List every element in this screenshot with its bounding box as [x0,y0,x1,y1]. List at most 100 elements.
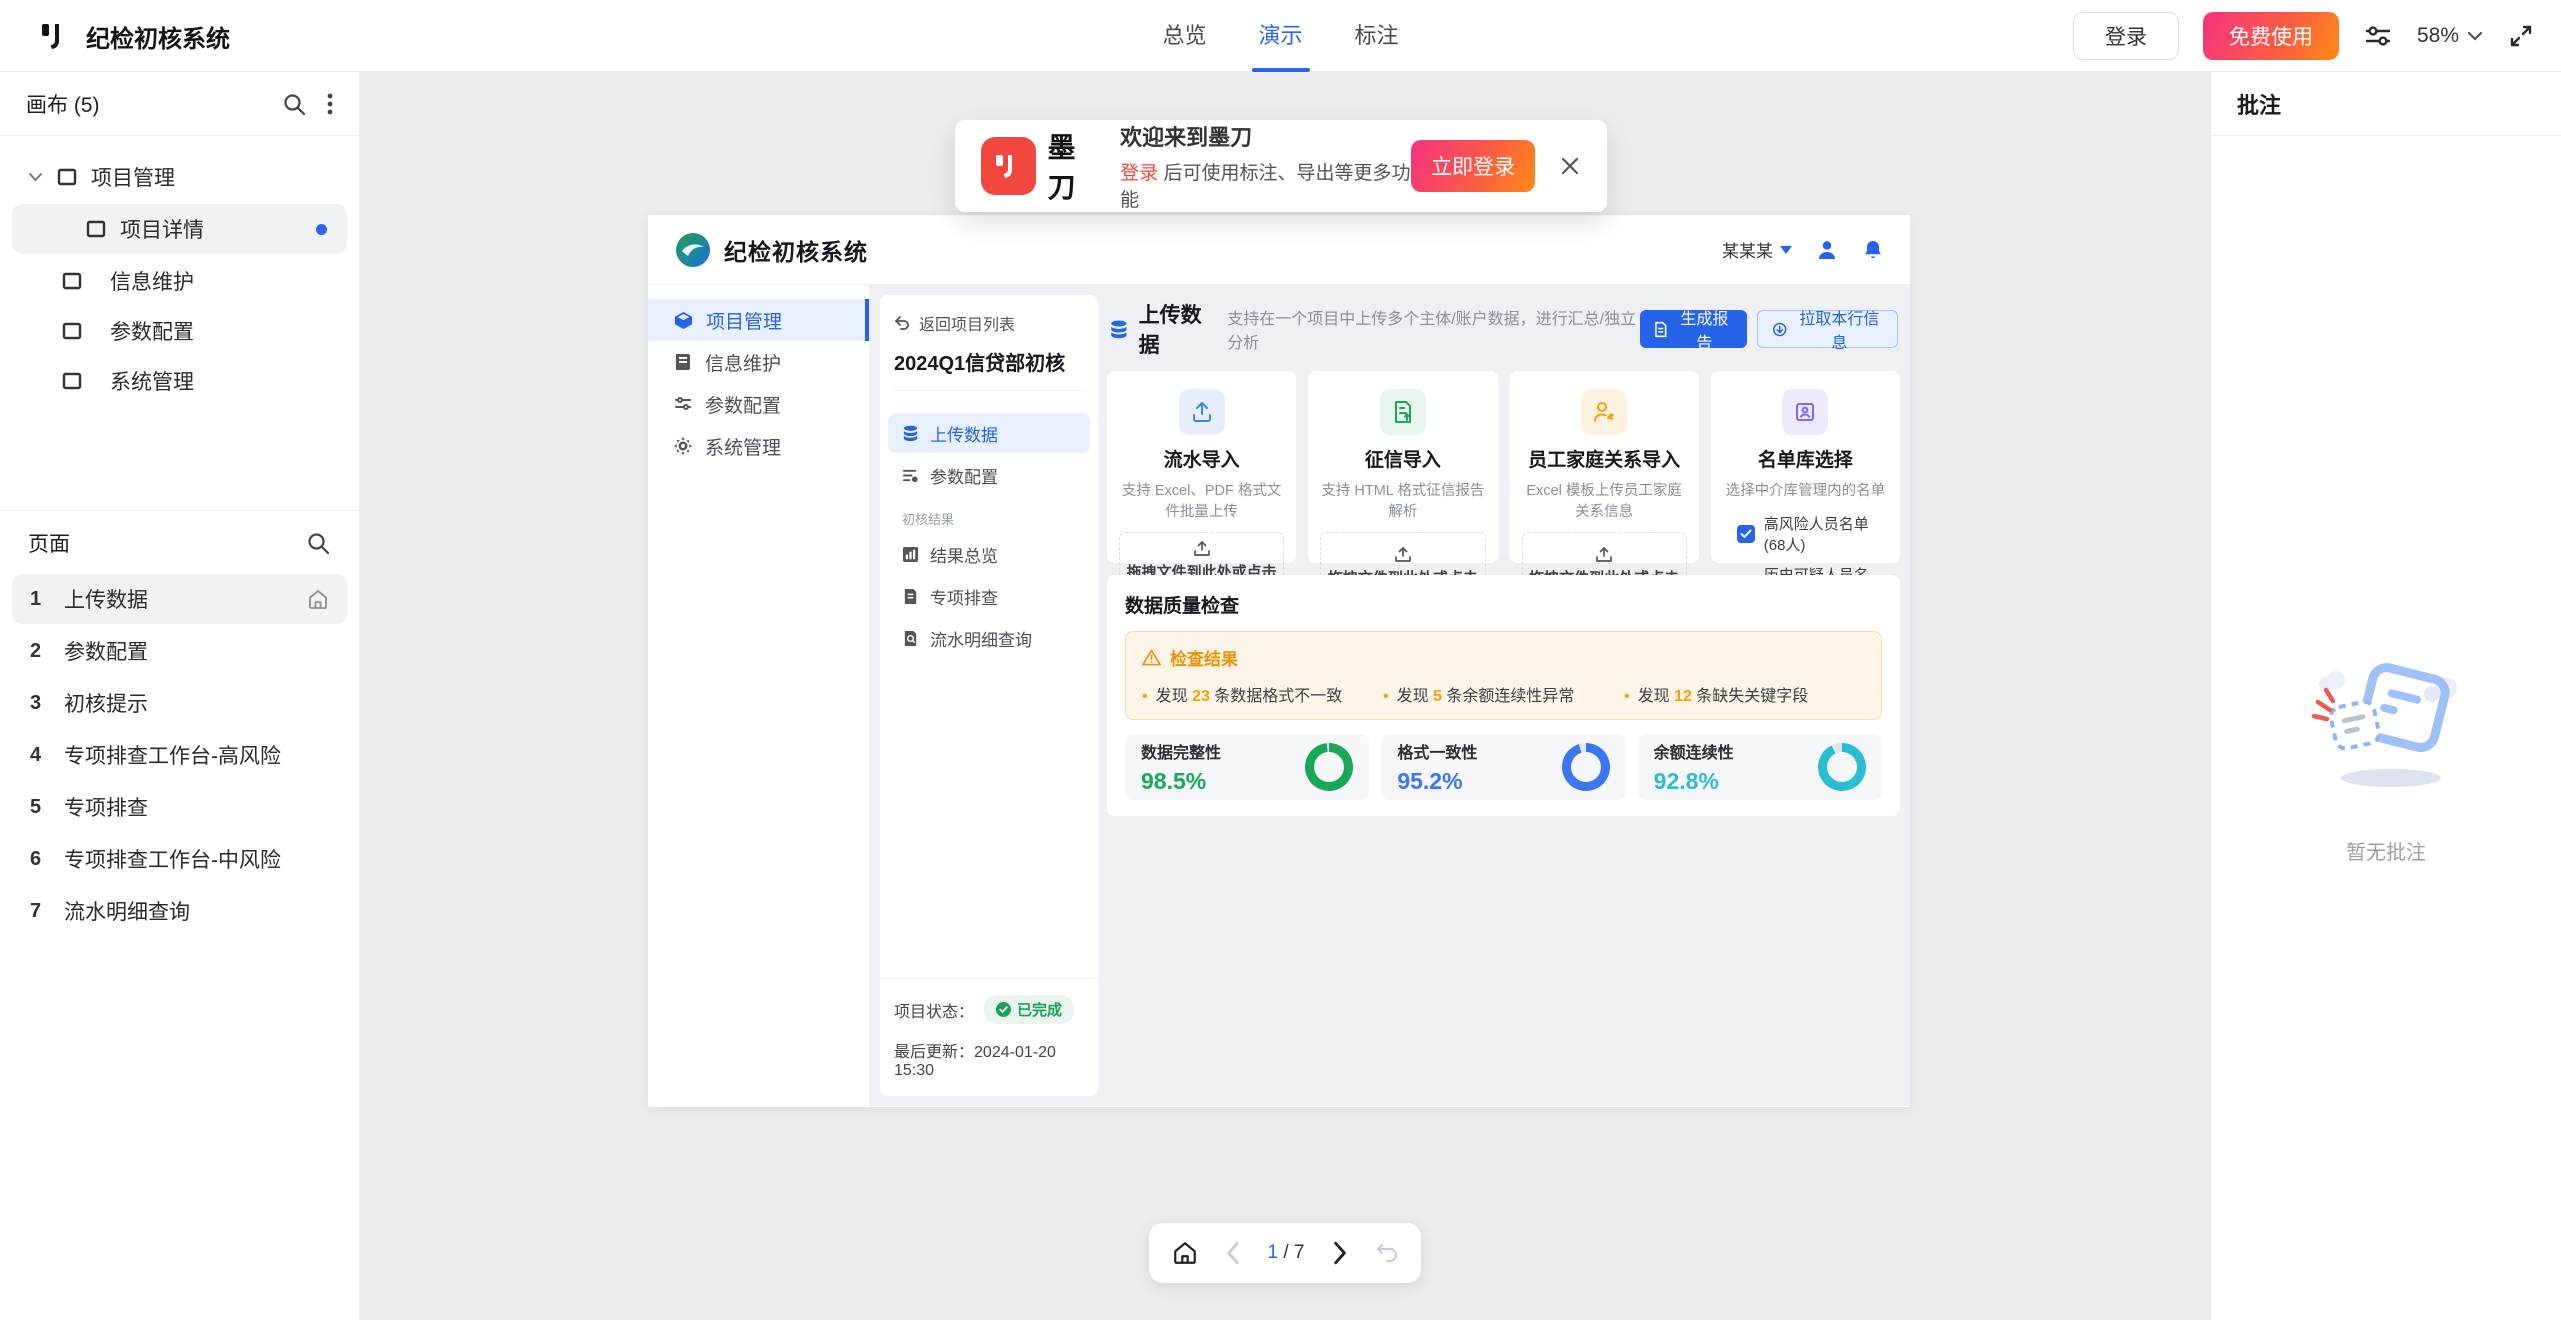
page-item-7[interactable]: 7 流水明细查询 [12,886,347,936]
page-item-5[interactable]: 5 专项排查 [12,782,347,832]
tab-annotate[interactable]: 标注 [1355,0,1399,72]
restart-icon[interactable] [1375,1242,1399,1264]
app-title: 纪检初核系统 [724,233,868,267]
frame-icon [57,168,77,186]
nav-param-config[interactable]: 参数配置 [648,383,869,425]
next-page-icon[interactable] [1330,1241,1350,1265]
zoom-control[interactable]: 58% [2417,24,2483,48]
topbar-actions: 登录 免费使用 58% [2073,0,2535,72]
page-item-1[interactable]: 1 上传数据 [12,574,347,624]
login-now-button[interactable]: 立即登录 [1411,140,1535,192]
panel-item-param-config[interactable]: 参数配置 [888,455,1090,495]
data-quality-section: 数据质量检查 检查结果 发现 23 条数据格式不一致 发现 5 条余额连续性异常… [1107,575,1900,816]
back-icon [894,316,910,330]
free-use-button[interactable]: 免费使用 [2203,12,2339,60]
page-counter: 1 / 7 [1268,1242,1305,1264]
preview-pager: 1 / 7 [1149,1223,1421,1283]
document-icon [902,588,919,605]
checkbox-high-risk[interactable]: 高风险人员名单(68人) [1737,513,1874,555]
panel-item-result-overview[interactable]: 结果总览 [888,534,1090,574]
app-logo-icon [674,231,712,269]
canvas-panel-header: 画布 (5) [0,72,359,136]
page-item-2[interactable]: 2 参数配置 [12,626,347,676]
modao-logo-icon [38,19,72,53]
zoom-level: 58% [2417,24,2459,48]
more-kebab-icon[interactable] [327,92,333,116]
welcome-banner: 墨刀 欢迎来到墨刀 登录 后可使用标注、导出等更多功能 立即登录 [955,120,1607,212]
home-icon[interactable] [1172,1240,1198,1266]
prototype-preview: 纪检初核系统 某某某 项目管理 信息维护 [648,215,1910,1107]
tab-overview[interactable]: 总览 [1162,0,1206,72]
settings-sliders-icon[interactable] [2363,21,2393,51]
panel-item-special-check[interactable]: 专项排查 [888,576,1090,616]
nav-project-management[interactable]: 项目管理 [648,299,869,341]
page-item-6[interactable]: 6 专项排查工作台-中风险 [12,834,347,884]
frame-icon [62,272,82,290]
generate-report-button[interactable]: 生成报告 [1640,310,1748,348]
progress-ring [1818,743,1866,791]
annotations-panel: 批注 暂无批注 [2210,72,2561,1320]
quality-alert: 检查结果 发现 23 条数据格式不一致 发现 5 条余额连续性异常 发现 12 … [1125,631,1882,720]
tree-item-system-management[interactable]: 系统管理 [0,356,359,406]
user-icon[interactable] [1816,239,1838,261]
canvas-tree: 项目管理 项目详情 信息维护 参数配置 系统管理 [0,136,359,510]
tree-item-project-management[interactable]: 项目管理 [0,152,359,202]
chevron-down-icon [2467,31,2483,41]
project-title: 2024Q1信贷部初核 [894,347,1084,376]
page-item-4[interactable]: 4 专项排查工作台-高风险 [12,730,347,780]
caret-down-icon [1780,246,1792,254]
page-item-3[interactable]: 3 初核提示 [12,678,347,728]
tree-item-info-maintenance[interactable]: 信息维护 [0,256,359,306]
tree-item-param-config[interactable]: 参数配置 [0,306,359,356]
fullscreen-icon[interactable] [2507,22,2535,50]
close-icon[interactable] [1559,155,1581,177]
upload-tray-icon [1595,547,1613,563]
quality-title: 数据质量检查 [1125,591,1882,618]
upload-tray-icon [1394,547,1412,563]
content-subtitle: 支持在一个项目中上传多个主体/账户数据，进行汇总/独立分析 [1227,305,1640,353]
modao-badge-icon [981,137,1036,195]
tree-item-project-detail[interactable]: 项目详情 [12,204,347,254]
card-flow-import: 流水导入 支持 Excel、PDF 格式文件批量上传 拖拽文件到此处或点击上传 … [1107,371,1296,563]
upload-cards: 流水导入 支持 Excel、PDF 格式文件批量上传 拖拽文件到此处或点击上传 … [1107,371,1900,563]
page-title: 纪检初核系统 [86,19,230,54]
status-label: 项目状态： [894,998,974,1022]
annotations-empty-state: 暂无批注 [2211,650,2561,865]
canvas-area: 墨刀 欢迎来到墨刀 登录 后可使用标注、导出等更多功能 立即登录 纪检初核系统 … [360,72,2210,1320]
frame-icon [62,322,82,340]
nav-info-maintenance[interactable]: 信息维护 [648,341,869,383]
section-initial-results: 初核结果 [888,497,1090,534]
prev-page-icon[interactable] [1223,1241,1243,1265]
empty-annotations-label: 暂无批注 [2211,836,2561,865]
pages-header-label: 页面 [28,528,70,558]
report-icon [1654,321,1668,338]
user-dropdown[interactable]: 某某某 [1722,237,1792,262]
card-credit-import: 征信导入 支持 HTML 格式征信报告解析 拖拽文件到此处或点击上传 支持格式:… [1308,371,1497,563]
banner-login-word[interactable]: 登录 [1120,163,1158,184]
panel-item-upload-data[interactable]: 上传数据 [888,413,1090,453]
back-to-project-list[interactable]: 返回项目列表 [894,311,1084,335]
quality-metrics: 数据完整性 98.5% 格式一致性 95.2% 余额连续性 [1125,734,1882,800]
metric-completeness: 数据完整性 98.5% [1125,734,1369,800]
tab-present[interactable]: 演示 [1258,0,1302,72]
login-button[interactable]: 登录 [2073,12,2179,60]
card-family-relation-import: 员工家庭关系导入 Excel 模板上传员工家庭关系信息 拖拽文件到此处或点击上传… [1510,371,1699,563]
preview-app-header: 纪检初核系统 某某某 [648,215,1910,285]
search-icon[interactable] [281,91,307,117]
banner-subtitle: 登录 后可使用标注、导出等更多功能 [1120,158,1411,212]
pull-bank-info-button[interactable]: 拉取本行信息 [1757,310,1898,348]
top-bar: 纪检初核系统 总览 演示 标注 登录 免费使用 58% [0,0,2561,72]
chevron-down-icon [28,172,43,182]
sliders-icon [674,395,692,413]
bell-icon[interactable] [1862,239,1884,261]
view-tabs: 总览 演示 标注 [1162,0,1398,72]
warning-icon [1142,649,1161,666]
metric-continuity: 余额连续性 92.8% [1638,734,1882,800]
pages-list: 1 上传数据 2 参数配置 3 初核提示 4 专项排查工作台-高风险 5 专项排… [0,574,359,936]
current-canvas-dot [316,224,327,235]
person-import-icon [1581,389,1627,435]
nav-system-management[interactable]: 系统管理 [648,425,869,467]
content-title: 上传数据 [1139,299,1218,359]
panel-item-flow-detail[interactable]: 流水明细查询 [888,618,1090,658]
search-icon[interactable] [305,530,331,556]
